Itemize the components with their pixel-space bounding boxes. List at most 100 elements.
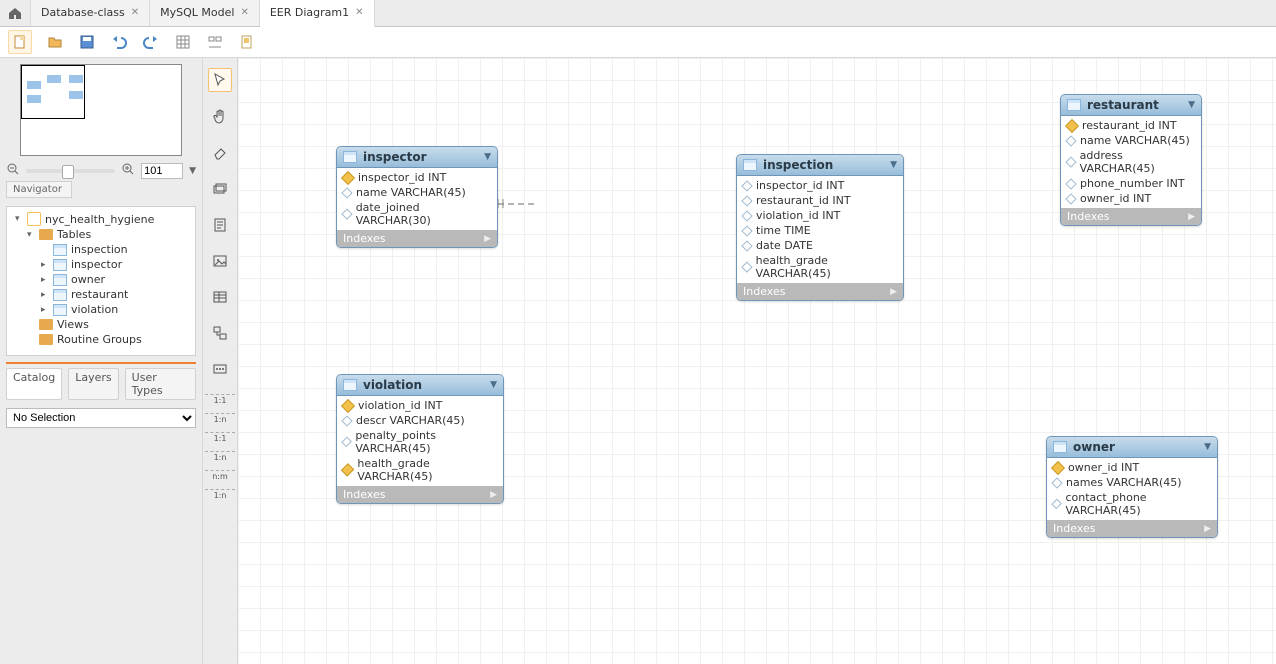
- redo-button[interactable]: [142, 33, 160, 51]
- layer-tool[interactable]: [209, 178, 231, 200]
- expand-icon[interactable]: ▶: [490, 490, 497, 500]
- view-tool[interactable]: [209, 322, 231, 344]
- column-row[interactable]: restaurant_id INT: [1061, 118, 1201, 133]
- views-folder[interactable]: Views: [7, 317, 195, 332]
- column-row[interactable]: health_grade VARCHAR(45): [737, 253, 903, 281]
- column-row[interactable]: phone_number INT: [1061, 176, 1201, 191]
- column-row[interactable]: time TIME: [737, 223, 903, 238]
- open-button[interactable]: [46, 33, 64, 51]
- column-row[interactable]: penalty_points VARCHAR(45): [337, 428, 503, 456]
- diagram-canvas[interactable]: inspector▼ inspector_id INT name VARCHAR…: [238, 58, 1276, 664]
- indexes-section[interactable]: Indexes▶: [337, 486, 503, 503]
- column-row[interactable]: date_joined VARCHAR(30): [337, 200, 497, 228]
- table-node-owner[interactable]: ▸owner: [7, 272, 195, 287]
- overview-minimap[interactable]: [20, 64, 182, 156]
- expand-icon[interactable]: ▶: [890, 287, 897, 297]
- column-row[interactable]: health_grade VARCHAR(45): [337, 456, 503, 484]
- column-row[interactable]: name VARCHAR(45): [1061, 133, 1201, 148]
- zoom-slider[interactable]: [26, 169, 115, 173]
- tab-mysql-model[interactable]: MySQL Model✕: [150, 0, 260, 26]
- zoom-in-button[interactable]: [121, 162, 135, 179]
- table-tool[interactable]: [209, 286, 231, 308]
- entity-header[interactable]: violation▼: [337, 375, 503, 396]
- new-file-button[interactable]: [8, 30, 32, 54]
- rel-1-n-nonid[interactable]: 1:n: [205, 413, 235, 424]
- column-row[interactable]: date DATE: [737, 238, 903, 253]
- collapse-icon[interactable]: ▾: [15, 214, 23, 224]
- collapse-icon[interactable]: ▾: [27, 230, 35, 240]
- tables-folder[interactable]: ▾Tables: [7, 227, 195, 242]
- schema-node[interactable]: ▾nyc_health_hygiene: [7, 211, 195, 227]
- eraser-tool[interactable]: [209, 142, 231, 164]
- column-row[interactable]: address VARCHAR(45): [1061, 148, 1201, 176]
- column-row[interactable]: owner_id INT: [1047, 460, 1217, 475]
- indexes-section[interactable]: Indexes▶: [737, 283, 903, 300]
- indexes-section[interactable]: Indexes▶: [1047, 520, 1217, 537]
- table-node-violation[interactable]: ▸violation: [7, 302, 195, 317]
- dropdown-icon[interactable]: ▼: [189, 166, 196, 176]
- column-row[interactable]: names VARCHAR(45): [1047, 475, 1217, 490]
- expand-icon[interactable]: ▸: [41, 290, 49, 300]
- tab-database-class[interactable]: Database-class✕: [31, 0, 150, 26]
- table-node-inspector[interactable]: ▸inspector: [7, 257, 195, 272]
- entity-header[interactable]: restaurant▼: [1061, 95, 1201, 116]
- column-row[interactable]: owner_id INT: [1061, 191, 1201, 206]
- indexes-section[interactable]: Indexes▶: [337, 230, 497, 247]
- rel-1-n-id[interactable]: 1:n: [205, 451, 235, 462]
- column-row[interactable]: inspector_id INT: [737, 178, 903, 193]
- column-row[interactable]: restaurant_id INT: [737, 193, 903, 208]
- expand-icon[interactable]: ▶: [1204, 524, 1211, 534]
- close-icon[interactable]: ✕: [131, 0, 139, 26]
- note-tool[interactable]: [209, 214, 231, 236]
- rel-1-1-id[interactable]: 1:1: [205, 432, 235, 443]
- zoom-knob[interactable]: [62, 165, 74, 179]
- expand-icon[interactable]: ▸: [41, 275, 49, 285]
- minimap-viewport[interactable]: [21, 65, 85, 119]
- expand-icon[interactable]: ▶: [1188, 212, 1195, 222]
- zoom-input[interactable]: [141, 163, 183, 179]
- subtab-catalog[interactable]: Catalog: [6, 368, 62, 400]
- export-button[interactable]: [238, 33, 256, 51]
- pointer-tool[interactable]: [208, 68, 232, 92]
- save-button[interactable]: [78, 33, 96, 51]
- entity-inspection[interactable]: inspection▼ inspector_id INT restaurant_…: [736, 154, 904, 301]
- entity-header[interactable]: inspector▼: [337, 147, 497, 168]
- column-row[interactable]: descr VARCHAR(45): [337, 413, 503, 428]
- expand-icon[interactable]: ▸: [41, 305, 49, 315]
- indexes-section[interactable]: Indexes▶: [1061, 208, 1201, 225]
- image-tool[interactable]: [209, 250, 231, 272]
- column-row[interactable]: violation_id INT: [737, 208, 903, 223]
- entity-restaurant[interactable]: restaurant▼ restaurant_id INT name VARCH…: [1060, 94, 1202, 226]
- entity-header[interactable]: inspection▼: [737, 155, 903, 176]
- table-node-restaurant[interactable]: ▸restaurant: [7, 287, 195, 302]
- rel-n-m[interactable]: n:m: [205, 470, 235, 481]
- rel-1-n-existing[interactable]: 1:n: [205, 489, 235, 500]
- collapse-icon[interactable]: ▼: [1204, 442, 1211, 452]
- selection-dropdown[interactable]: No Selection: [6, 408, 196, 428]
- rel-1-1-nonid[interactable]: 1:1: [205, 394, 235, 405]
- undo-button[interactable]: [110, 33, 128, 51]
- entity-inspector[interactable]: inspector▼ inspector_id INT name VARCHAR…: [336, 146, 498, 248]
- subtab-user-types[interactable]: User Types: [125, 368, 196, 400]
- column-row[interactable]: contact_phone VARCHAR(45): [1047, 490, 1217, 518]
- zoom-out-button[interactable]: [6, 162, 20, 179]
- close-icon[interactable]: ✕: [355, 0, 363, 26]
- entity-owner[interactable]: owner▼ owner_id INT names VARCHAR(45) co…: [1046, 436, 1218, 538]
- column-row[interactable]: name VARCHAR(45): [337, 185, 497, 200]
- home-tab-button[interactable]: [0, 0, 31, 26]
- collapse-icon[interactable]: ▼: [490, 380, 497, 390]
- routines-folder[interactable]: Routine Groups: [7, 332, 195, 347]
- table-node-inspection[interactable]: inspection: [7, 242, 195, 257]
- collapse-icon[interactable]: ▼: [1188, 100, 1195, 110]
- grid-button[interactable]: [174, 33, 192, 51]
- entity-violation[interactable]: violation▼ violation_id INT descr VARCHA…: [336, 374, 504, 504]
- entity-header[interactable]: owner▼: [1047, 437, 1217, 458]
- expand-icon[interactable]: ▸: [41, 260, 49, 270]
- collapse-icon[interactable]: ▼: [890, 160, 897, 170]
- routine-group-tool[interactable]: [209, 358, 231, 380]
- tab-eer-diagram[interactable]: EER Diagram1✕: [260, 0, 375, 27]
- column-row[interactable]: inspector_id INT: [337, 170, 497, 185]
- close-icon[interactable]: ✕: [240, 0, 248, 26]
- expand-icon[interactable]: ▶: [484, 234, 491, 244]
- align-button[interactable]: [206, 33, 224, 51]
